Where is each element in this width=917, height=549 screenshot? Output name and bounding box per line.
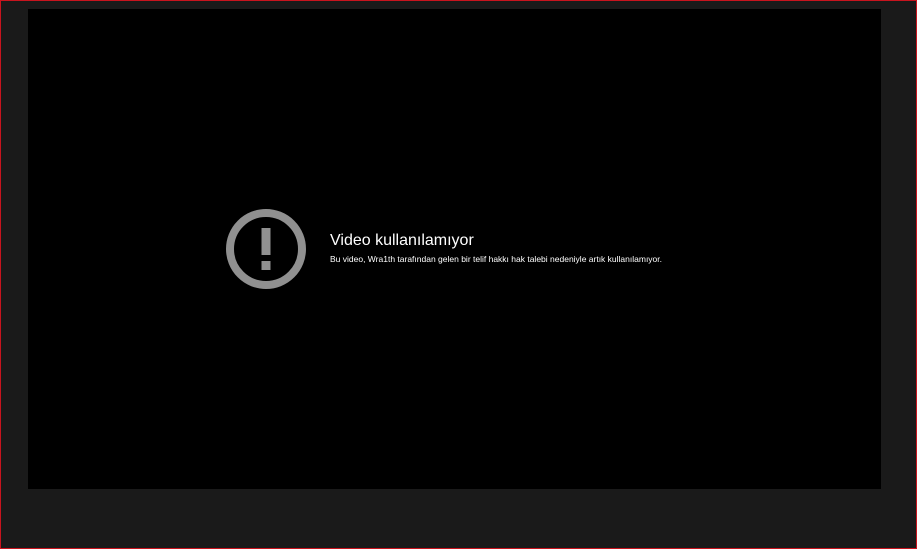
- video-player[interactable]: Video kullanılamıyor Bu video, Wra1th ta…: [28, 9, 881, 489]
- page-frame: Video kullanılamıyor Bu video, Wra1th ta…: [0, 0, 917, 549]
- error-reason: Bu video, Wra1th tarafından gelen bir te…: [330, 254, 663, 264]
- exclamation-circle-icon: [226, 209, 306, 289]
- error-message: Video kullanılamıyor Bu video, Wra1th ta…: [330, 231, 850, 265]
- error-title: Video kullanılamıyor: [330, 232, 474, 249]
